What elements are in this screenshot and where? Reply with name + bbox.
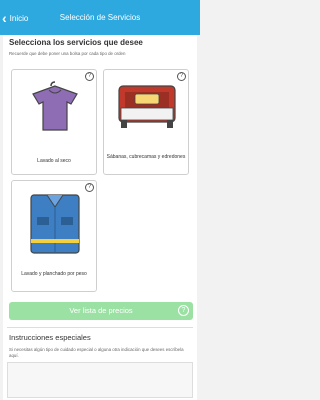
instructions-title: Instrucciones especiales bbox=[9, 333, 91, 342]
shirt-icon bbox=[32, 81, 78, 131]
top-bar: ‹ Inicio Selección de Servicios bbox=[0, 0, 200, 35]
instructions-note: Si necesitas algún tipo de cuidado espec… bbox=[9, 347, 184, 358]
service-label: Lavado y planchado por peso bbox=[21, 271, 87, 277]
bed-icon bbox=[118, 85, 176, 128]
help-icon[interactable]: ? bbox=[178, 305, 189, 316]
page-title: Selección de Servicios bbox=[59, 13, 141, 22]
price-list-label: Ver lista de precios bbox=[69, 306, 133, 315]
divider bbox=[7, 327, 193, 328]
service-card-dry-clean[interactable]: ? Lavado al seco bbox=[11, 69, 97, 175]
service-card-wash-iron[interactable]: ? Lavado y planchado por peso bbox=[11, 180, 97, 292]
help-icon[interactable]: ? bbox=[85, 72, 94, 81]
services-panel: Selecciona los servicios que desee Recue… bbox=[3, 35, 197, 400]
price-list-button[interactable]: Ver lista de precios ? bbox=[9, 302, 193, 320]
bag-reminder: Recuerde que debe poner una bolsa por ca… bbox=[9, 51, 126, 56]
service-card-bedding[interactable]: ? Sábanas, cubrecamas y edredones bbox=[103, 69, 189, 175]
help-icon[interactable]: ? bbox=[177, 72, 186, 81]
help-icon[interactable]: ? bbox=[85, 183, 94, 192]
instructions-input[interactable] bbox=[7, 362, 193, 398]
service-label: Sábanas, cubrecamas y edredones bbox=[106, 154, 186, 160]
service-label: Lavado al seco bbox=[37, 158, 71, 164]
folded-shirt-icon bbox=[30, 194, 80, 254]
section-heading: Selecciona los servicios que desee bbox=[9, 38, 143, 47]
